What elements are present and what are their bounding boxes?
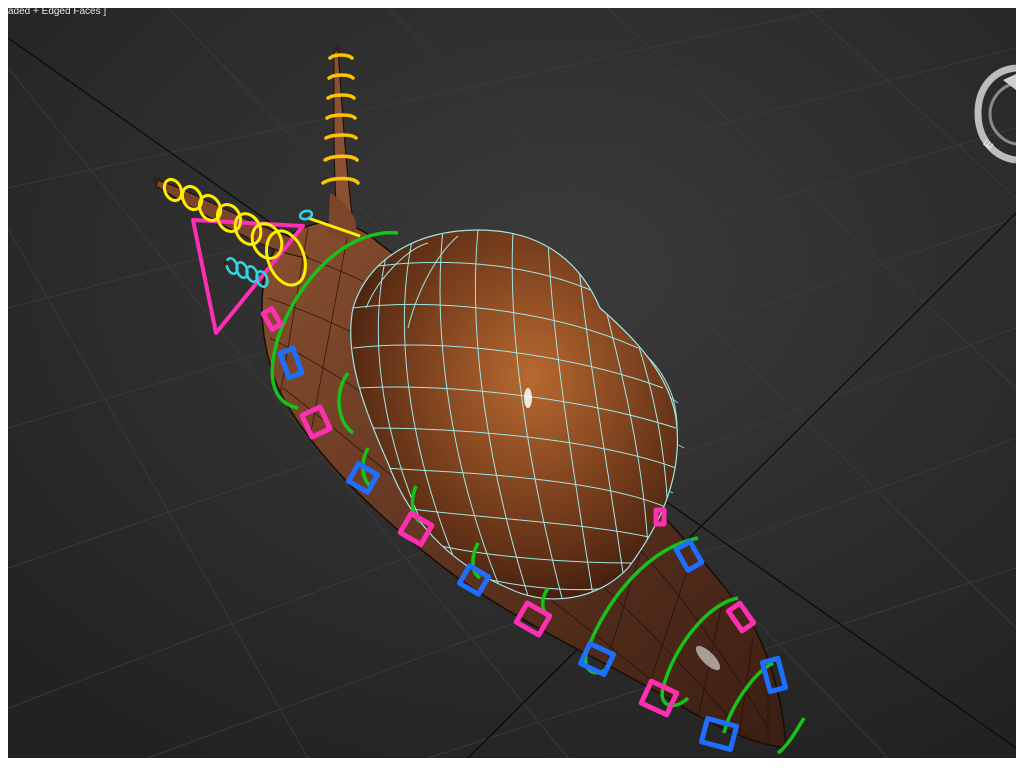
right-eye-tip [335,45,341,51]
viewport-shading-label[interactable]: aded + Edged Faces ] [8,8,106,17]
small-coil-dots [223,260,229,266]
shell-specular-highlight [524,388,532,408]
left-eye-tip [153,177,159,183]
perspective-viewport[interactable]: E aded + Edged Faces ] [8,8,1016,758]
viewport-scene[interactable]: E [8,8,1016,758]
